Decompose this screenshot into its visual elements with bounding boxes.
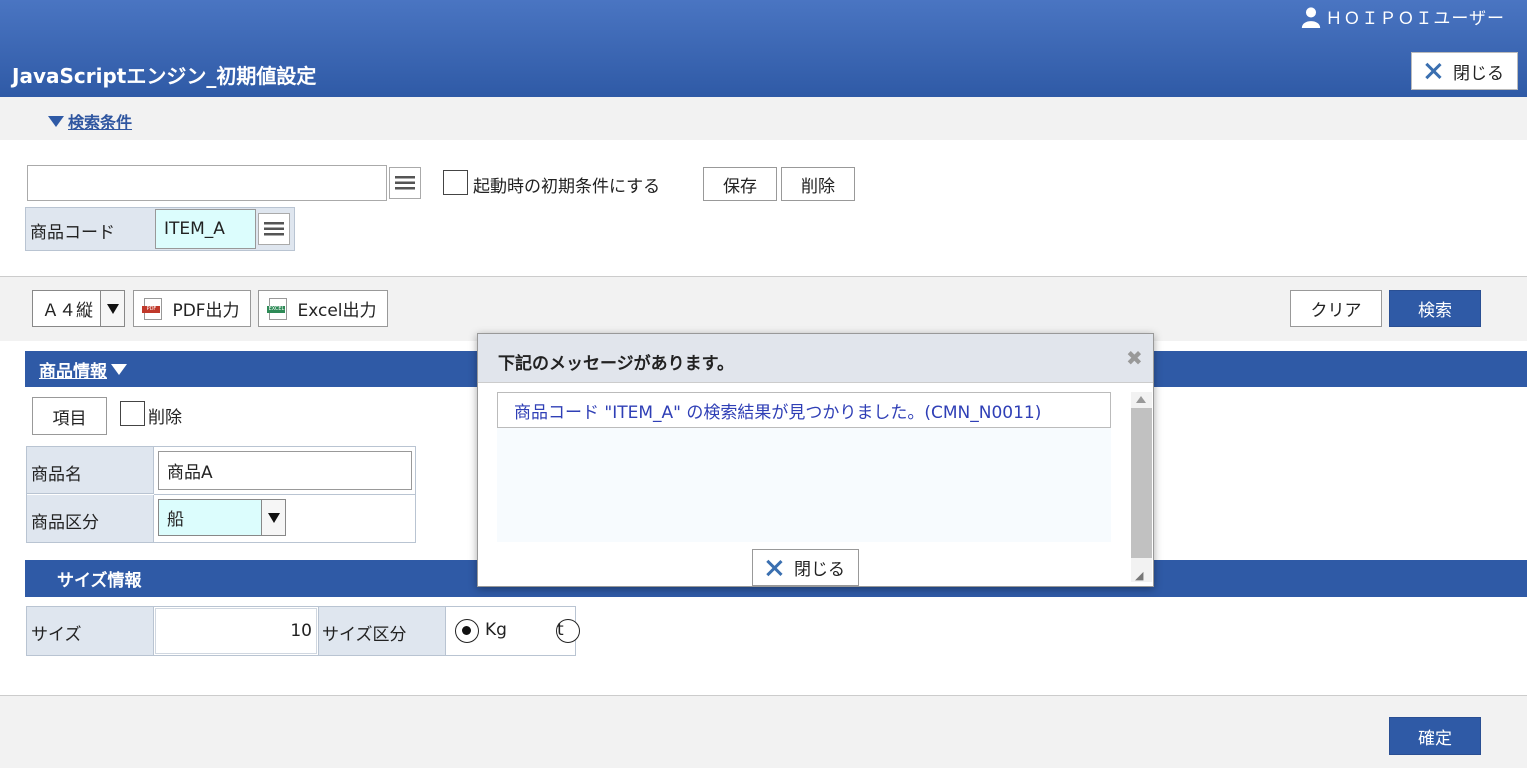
product-name-input[interactable]: 商品A — [158, 451, 412, 490]
user-icon — [1302, 6, 1321, 28]
header-close-button[interactable]: 閉じる — [1411, 52, 1518, 90]
size-unit-label: サイズ区分 — [322, 625, 407, 645]
pdf-file-icon: PDF — [142, 297, 163, 320]
product-code-list-button[interactable] — [258, 213, 290, 245]
delete-checkbox-label: 削除 — [148, 408, 182, 428]
page-title: JavaScriptエンジン_初期値設定 — [12, 64, 317, 88]
product-name-label: 商品名 — [31, 465, 82, 485]
clear-button[interactable]: クリア — [1290, 290, 1382, 327]
unit-radio-t-label: t — [557, 620, 564, 640]
triangle-down-icon — [111, 363, 127, 375]
product-code-label: 商品コード — [30, 223, 115, 243]
dialog-close-button[interactable]: 閉じる — [752, 549, 859, 586]
header-close-label: 閉じる — [1453, 63, 1504, 84]
dialog-close-x-icon[interactable]: ✖ — [1126, 346, 1143, 370]
size-input[interactable]: 10 — [155, 608, 317, 654]
dropdown-arrow-icon — [100, 291, 124, 326]
product-info-title: 商品情報 — [39, 361, 107, 382]
pdf-icon-text: PDF — [142, 305, 161, 313]
size-label: サイズ — [31, 625, 82, 645]
startup-condition-checkbox[interactable] — [443, 170, 468, 195]
row-divider — [154, 494, 416, 495]
search-condition-label: 検索条件 — [68, 113, 133, 132]
list-icon — [395, 176, 415, 190]
unit-radio-kg[interactable] — [455, 619, 479, 643]
pdf-export-label: PDF出力 — [172, 301, 240, 321]
resize-grip-icon[interactable]: ◢ — [1135, 569, 1143, 582]
list-item: 商品コード "ITEM_A" の検索結果が見つかりました。(CMN_N0011) — [497, 392, 1111, 428]
product-category-value: 船 — [167, 510, 184, 530]
excel-icon-text: EXCEL — [267, 305, 286, 313]
close-icon — [1425, 63, 1441, 79]
delete-checkbox[interactable] — [120, 401, 145, 426]
triangle-down-icon — [48, 115, 64, 127]
search-button[interactable]: 検索 — [1389, 290, 1481, 327]
save-button[interactable]: 保存 — [703, 167, 777, 201]
condition-name-input[interactable] — [27, 165, 387, 201]
message-list: 商品コード "ITEM_A" の検索結果が見つかりました。(CMN_N0011) — [497, 392, 1111, 542]
product-code-input[interactable]: ITEM_A — [155, 209, 256, 249]
message-scrollbar[interactable] — [1131, 392, 1152, 582]
unit-radio-kg-label: Kg — [485, 620, 507, 640]
message-dialog: 下記のメッセージがあります。 ✖ 商品コード "ITEM_A" の検索結果が見つ… — [477, 333, 1154, 587]
close-icon — [766, 560, 782, 576]
product-category-label: 商品区分 — [31, 513, 99, 533]
excel-export-label: Excel出力 — [297, 301, 377, 321]
user-name: ＨＯＩＰＯＩユーザー — [1325, 9, 1505, 29]
dialog-close-label: 閉じる — [794, 560, 845, 580]
item-button[interactable]: 項目 — [32, 397, 107, 435]
condition-list-button[interactable] — [389, 167, 421, 199]
size-info-title: サイズ情報 — [57, 571, 142, 591]
startup-condition-label: 起動時の初期条件にする — [473, 177, 661, 197]
confirm-button[interactable]: 確定 — [1389, 717, 1481, 755]
paper-size-select[interactable]: Ａ４縦 — [32, 290, 125, 327]
search-condition-toggle[interactable]: 検索条件 — [48, 109, 132, 133]
excel-export-button[interactable]: EXCEL Excel出力 — [258, 290, 388, 327]
dropdown-arrow-icon — [261, 500, 285, 535]
user-info[interactable]: ＨＯＩＰＯＩユーザー — [1300, 4, 1505, 29]
delete-condition-button[interactable]: 削除 — [781, 167, 855, 201]
paper-size-value: Ａ４縦 — [42, 301, 93, 321]
scrollbar-thumb[interactable] — [1131, 408, 1152, 558]
excel-file-icon: EXCEL — [267, 297, 288, 320]
dialog-title: 下記のメッセージがあります。 — [498, 354, 734, 374]
scroll-up-icon[interactable] — [1136, 396, 1146, 403]
pdf-export-button[interactable]: PDF PDF出力 — [133, 290, 251, 327]
list-icon — [264, 222, 284, 236]
product-category-select[interactable]: 船 — [158, 499, 286, 536]
